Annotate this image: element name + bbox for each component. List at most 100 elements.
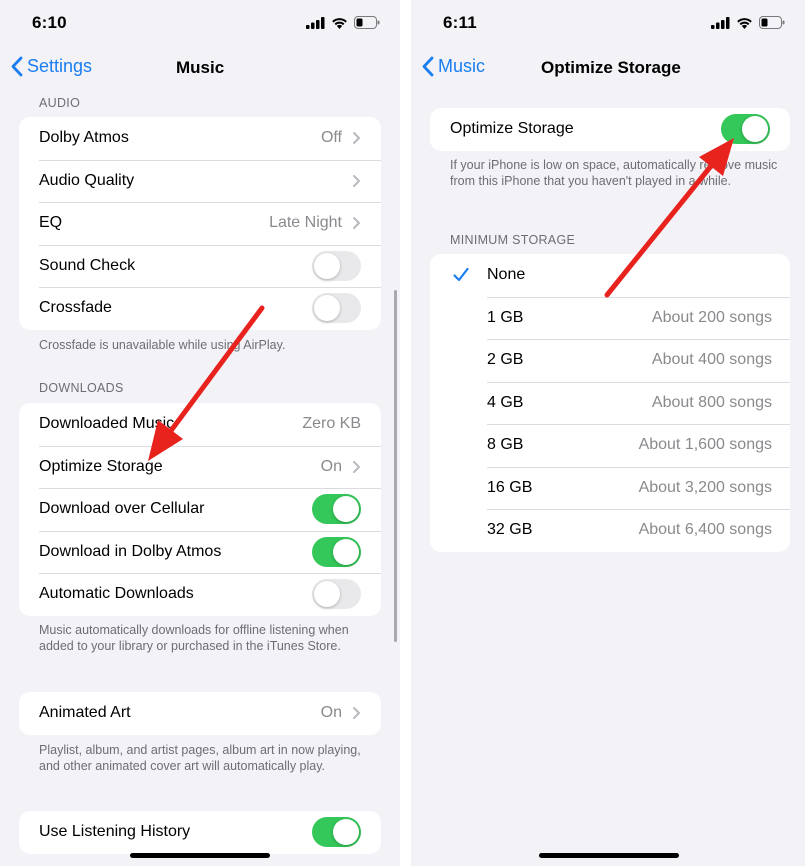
row-label: Sound Check <box>39 256 136 274</box>
downloaded-music-row[interactable]: Downloaded Music Zero KB <box>19 403 381 446</box>
storage-option-none[interactable]: None <box>430 254 790 297</box>
row-label: Download in Dolby Atmos <box>39 542 222 560</box>
sound-check-toggle[interactable] <box>312 250 361 281</box>
row-label: Audio Quality <box>39 171 135 189</box>
row-value: Off <box>320 129 342 147</box>
chevron-right-icon <box>353 174 360 187</box>
row-label: EQ <box>39 214 63 232</box>
row-label: Optimize Storage <box>450 120 574 138</box>
optimize-storage-toggle[interactable] <box>721 114 770 145</box>
option-label: 2 GB <box>487 351 524 369</box>
storage-option-16gb[interactable]: 16 GB About 3,200 songs <box>430 466 790 510</box>
battery-icon <box>354 16 380 29</box>
wifi-icon <box>737 17 752 29</box>
audio-quality-row[interactable]: Audio Quality <box>19 159 381 203</box>
row-label: Dolby Atmos <box>39 129 129 147</box>
music-settings-screen: 6:10 Settings Music AUDIO Dolby Atmos Of… <box>0 0 400 866</box>
wifi-icon <box>332 17 347 29</box>
download-over-cellular-row: Download over Cellular <box>19 488 381 531</box>
crossfade-row: Crossfade <box>19 287 381 330</box>
automatic-downloads-row: Automatic Downloads <box>19 573 381 616</box>
option-value: About 800 songs <box>651 393 772 411</box>
back-button[interactable]: Settings <box>10 56 92 77</box>
cellular-signal-icon <box>306 16 325 29</box>
home-indicator[interactable] <box>130 853 270 858</box>
downloads-group: Downloaded Music Zero KB Optimize Storag… <box>19 403 381 616</box>
downloads-footer: Music automatically downloads for offlin… <box>39 623 349 653</box>
row-label: Downloaded Music <box>39 415 175 433</box>
crossfade-toggle[interactable] <box>312 293 361 324</box>
minimum-storage-header: MINIMUM STORAGE <box>450 233 576 247</box>
status-time: 6:11 <box>443 13 477 32</box>
option-value: About 1,600 songs <box>638 436 772 454</box>
battery-icon <box>759 16 785 29</box>
row-value: On <box>320 704 342 722</box>
sound-check-row: Sound Check <box>19 244 381 288</box>
option-value: About 200 songs <box>651 308 772 326</box>
audio-section-header: AUDIO <box>39 96 81 110</box>
storage-option-2gb[interactable]: 2 GB About 400 songs <box>430 339 790 382</box>
row-label: Use Listening History <box>39 823 191 841</box>
downloads-section-header: DOWNLOADS <box>39 381 124 395</box>
home-indicator[interactable] <box>539 853 679 858</box>
minimum-storage-group: None 1 GB About 200 songs 2 GB About 400… <box>430 254 790 552</box>
chevron-left-icon <box>422 56 434 77</box>
listening-history-toggle[interactable] <box>312 817 361 848</box>
storage-option-32gb[interactable]: 32 GB About 6,400 songs <box>430 509 790 552</box>
option-label: 8 GB <box>487 436 524 454</box>
option-value: About 3,200 songs <box>638 478 772 496</box>
option-label: 16 GB <box>487 478 533 496</box>
animated-art-footer: Playlist, album, and artist pages, album… <box>39 743 361 773</box>
option-label: 32 GB <box>487 521 533 539</box>
scrollbar[interactable] <box>394 290 397 642</box>
navigation-bar: Music Optimize Storage <box>411 46 805 90</box>
status-time: 6:10 <box>32 13 67 32</box>
page-title: Music <box>176 58 225 77</box>
download-dolby-atmos-toggle[interactable] <box>312 536 361 567</box>
storage-option-8gb[interactable]: 8 GB About 1,600 songs <box>430 424 790 467</box>
row-label: Automatic Downloads <box>39 585 194 603</box>
chevron-right-icon <box>353 460 360 473</box>
animated-art-row[interactable]: Animated Art On <box>19 692 381 735</box>
chevron-left-icon <box>11 56 23 77</box>
navigation-bar: Settings Music <box>0 46 400 90</box>
storage-option-1gb[interactable]: 1 GB About 200 songs <box>430 296 790 340</box>
option-label: 4 GB <box>487 393 524 411</box>
row-label: Crossfade <box>39 299 112 317</box>
optimize-storage-group: Optimize Storage <box>430 108 790 151</box>
chevron-right-icon <box>353 217 360 230</box>
listening-history-row: Use Listening History <box>19 811 381 854</box>
optimize-storage-toggle-row: Optimize Storage <box>430 108 790 151</box>
eq-row[interactable]: EQ Late Night <box>19 202 381 245</box>
option-label: 1 GB <box>487 308 524 326</box>
crossfade-footer: Crossfade is unavailable while using Air… <box>39 338 286 352</box>
status-bar: 6:11 <box>411 0 805 46</box>
option-value: About 6,400 songs <box>638 521 772 539</box>
option-value: About 400 songs <box>651 351 772 369</box>
page-title: Optimize Storage <box>541 58 681 77</box>
row-label: Optimize Storage <box>39 457 163 475</box>
option-label: None <box>487 266 526 284</box>
storage-option-4gb[interactable]: 4 GB About 800 songs <box>430 381 790 425</box>
cellular-signal-icon <box>711 16 730 29</box>
back-label: Settings <box>27 56 93 76</box>
download-dolby-atmos-row: Download in Dolby Atmos <box>19 530 381 574</box>
chevron-right-icon <box>353 132 360 145</box>
chevron-right-icon <box>353 707 360 720</box>
download-over-cellular-toggle[interactable] <box>312 494 361 525</box>
row-value: Late Night <box>269 214 342 232</box>
audio-group: Dolby Atmos Off Audio Quality EQ Late Ni… <box>19 117 381 330</box>
optimize-storage-footer: If your iPhone is low on space, automati… <box>450 158 778 188</box>
optimize-storage-row[interactable]: Optimize Storage On <box>19 445 381 489</box>
row-label: Download over Cellular <box>39 500 205 518</box>
checkmark-icon <box>453 267 469 282</box>
back-label: Music <box>438 56 486 76</box>
row-label: Animated Art <box>39 704 131 722</box>
back-button[interactable]: Music <box>421 56 485 77</box>
dolby-atmos-row[interactable]: Dolby Atmos Off <box>19 117 381 160</box>
status-bar: 6:10 <box>0 0 400 46</box>
row-value: On <box>320 457 342 475</box>
automatic-downloads-toggle[interactable] <box>312 579 361 610</box>
row-value: Zero KB <box>302 415 361 433</box>
optimize-storage-screen: 6:11 Music Optimize Storage Optimize Sto… <box>411 0 805 866</box>
